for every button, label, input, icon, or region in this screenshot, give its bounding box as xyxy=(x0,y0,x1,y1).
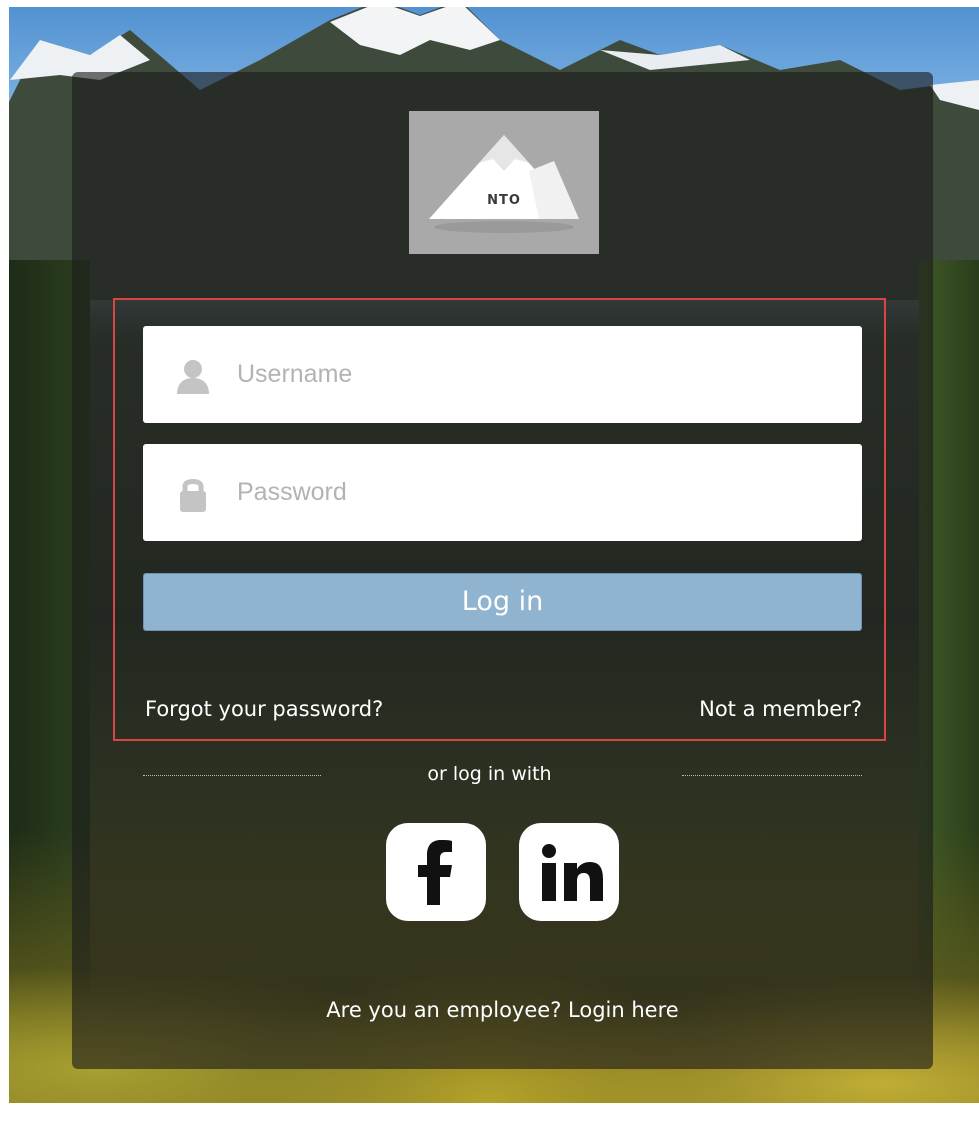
or-log-in-with-label: or log in with xyxy=(427,763,552,785)
password-input[interactable] xyxy=(237,444,837,541)
username-input[interactable] xyxy=(237,326,837,423)
lock-icon xyxy=(180,479,206,512)
facebook-login-button[interactable] xyxy=(386,823,486,921)
employee-login-link[interactable]: Are you an employee? Login here xyxy=(0,998,979,1022)
logo-text: NTO xyxy=(487,193,521,208)
person-icon xyxy=(177,360,209,394)
username-field[interactable] xyxy=(143,326,862,423)
login-button[interactable]: Log in xyxy=(143,573,862,631)
not-a-member-link[interactable]: Not a member? xyxy=(699,697,862,721)
nto-logo: NTO xyxy=(409,111,599,254)
divider-right xyxy=(682,775,862,776)
mountain-logo-icon xyxy=(429,135,579,233)
linkedin-login-button[interactable] xyxy=(519,823,619,921)
forgot-password-link[interactable]: Forgot your password? xyxy=(145,697,383,721)
linkedin-icon xyxy=(542,844,603,901)
password-field[interactable] xyxy=(143,444,862,541)
facebook-icon xyxy=(418,840,452,905)
